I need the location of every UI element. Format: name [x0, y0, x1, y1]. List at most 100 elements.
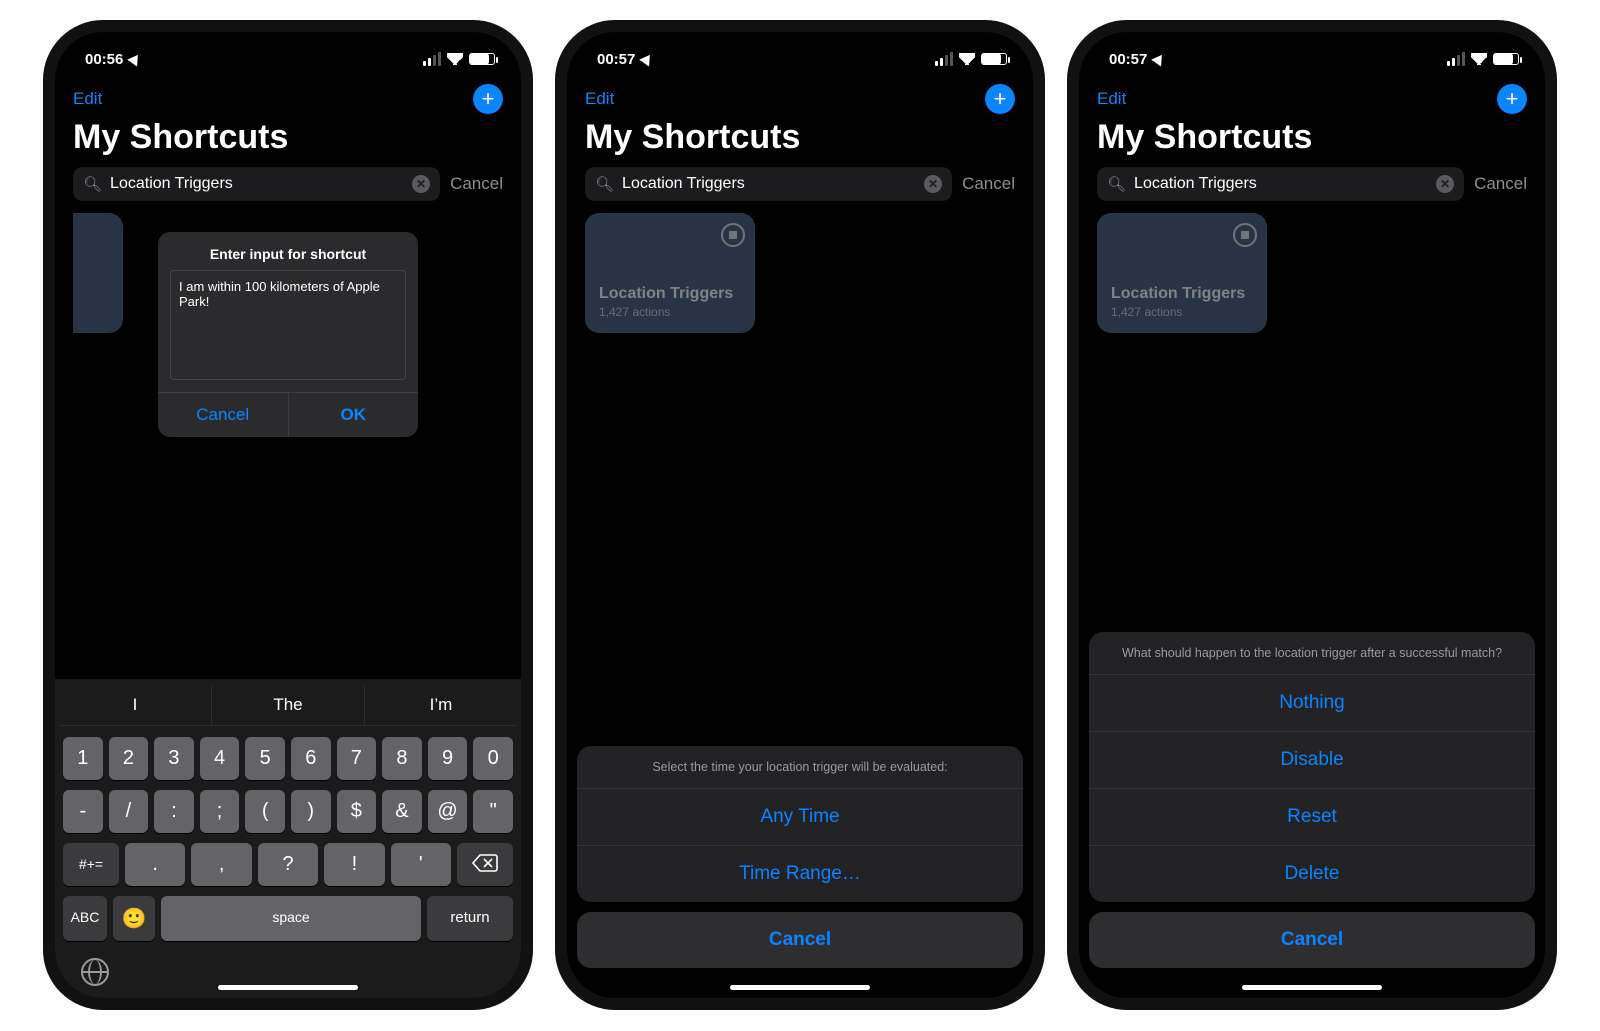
- sheet-message: What should happen to the location trigg…: [1089, 632, 1535, 675]
- alert-textarea[interactable]: I am within 100 kilometers of Apple Park…: [170, 270, 406, 380]
- key-4[interactable]: 4: [200, 737, 240, 780]
- key-comma[interactable]: ,: [191, 843, 251, 886]
- key-apos[interactable]: ': [391, 843, 451, 886]
- search-bar: 🔍︎ Location Triggers ✕ Cancel: [1079, 167, 1545, 213]
- suggestion-1[interactable]: I: [59, 685, 211, 725]
- home-indicator[interactable]: [1242, 985, 1382, 990]
- key-semi[interactable]: ;: [200, 790, 240, 833]
- suggestion-3[interactable]: I’m: [364, 685, 517, 725]
- page-title: My Shortcuts: [73, 118, 503, 157]
- home-indicator[interactable]: [730, 985, 870, 990]
- sheet-option-time-range[interactable]: Time Range…: [577, 846, 1023, 902]
- stop-icon: [1241, 231, 1249, 239]
- key-qmark[interactable]: ?: [258, 843, 318, 886]
- clear-search-icon[interactable]: ✕: [412, 175, 430, 193]
- edit-button[interactable]: Edit: [1097, 89, 1126, 109]
- key-backspace[interactable]: [457, 843, 513, 886]
- key-space[interactable]: space: [161, 896, 421, 941]
- search-cancel[interactable]: Cancel: [450, 174, 503, 194]
- home-indicator[interactable]: [218, 985, 358, 990]
- signal-icon: [935, 52, 953, 66]
- shortcut-card[interactable]: Location Triggers 1,427 actions: [1097, 213, 1267, 333]
- location-arrow-icon: [128, 51, 144, 66]
- sheet-option-disable[interactable]: Disable: [1089, 732, 1535, 789]
- key-period[interactable]: .: [125, 843, 185, 886]
- nav-bar: Edit +: [567, 76, 1033, 114]
- battery-icon: [1493, 53, 1519, 65]
- add-button[interactable]: +: [1497, 84, 1527, 114]
- plus-icon: +: [482, 88, 495, 110]
- sheet-cancel-button[interactable]: Cancel: [577, 912, 1023, 968]
- key-0[interactable]: 0: [473, 737, 513, 780]
- edit-button[interactable]: Edit: [585, 89, 614, 109]
- plus-icon: +: [1506, 88, 1519, 110]
- search-icon: 🔍︎: [595, 175, 614, 193]
- key-rparen[interactable]: ): [291, 790, 331, 833]
- globe-icon[interactable]: [81, 958, 109, 986]
- sheet-option-delete[interactable]: Delete: [1089, 846, 1535, 902]
- nav-bar: Edit +: [55, 76, 521, 114]
- key-abc[interactable]: ABC: [63, 896, 107, 941]
- sheet-option-nothing[interactable]: Nothing: [1089, 675, 1535, 732]
- shortcut-actions-count: 1,427 actions: [1111, 305, 1253, 319]
- key-9[interactable]: 9: [428, 737, 468, 780]
- search-bar: 🔍︎ Location Triggers ✕ Cancel: [55, 167, 521, 213]
- shortcut-name: Locati: [73, 285, 109, 303]
- input-alert: Enter input for shortcut I am within 100…: [158, 232, 418, 437]
- search-bar: 🔍︎ Location Triggers ✕ Cancel: [567, 167, 1033, 213]
- clear-search-icon[interactable]: ✕: [924, 175, 942, 193]
- shortcut-actions-count: 1,427 a: [73, 305, 109, 319]
- suggestion-2[interactable]: The: [211, 685, 364, 725]
- key-return[interactable]: return: [427, 896, 513, 941]
- battery-icon: [469, 53, 495, 65]
- alert-cancel-button[interactable]: Cancel: [158, 393, 288, 437]
- key-3[interactable]: 3: [154, 737, 194, 780]
- search-query: Location Triggers: [622, 175, 916, 193]
- sheet-cancel-button[interactable]: Cancel: [1089, 912, 1535, 968]
- shortcut-card[interactable]: Locati 1,427 a: [73, 213, 123, 333]
- status-time: 00:57: [597, 51, 635, 68]
- phone-1: 00:56 Edit + My Shortcuts 🔍︎ Location Tr…: [43, 20, 533, 1010]
- shortcut-card[interactable]: Location Triggers 1,427 actions: [585, 213, 755, 333]
- key-slash[interactable]: /: [109, 790, 149, 833]
- sheet-option-reset[interactable]: Reset: [1089, 789, 1535, 846]
- stop-button[interactable]: [1233, 223, 1257, 247]
- search-input[interactable]: 🔍︎ Location Triggers ✕: [585, 167, 952, 201]
- key-bang[interactable]: !: [324, 843, 384, 886]
- sheet-option-any-time[interactable]: Any Time: [577, 789, 1023, 846]
- alert-ok-button[interactable]: OK: [288, 393, 419, 437]
- keyboard: I The I’m 1 2 3 4 5 6 7 8 9 0 - / : ;: [55, 679, 521, 998]
- add-button[interactable]: +: [473, 84, 503, 114]
- key-lparen[interactable]: (: [245, 790, 285, 833]
- sheet-message: Select the time your location trigger wi…: [577, 746, 1023, 789]
- search-input[interactable]: 🔍︎ Location Triggers ✕: [73, 167, 440, 201]
- key-at[interactable]: @: [428, 790, 468, 833]
- key-quote[interactable]: ": [473, 790, 513, 833]
- key-6[interactable]: 6: [291, 737, 331, 780]
- backspace-icon: [472, 853, 498, 873]
- shortcut-actions-count: 1,427 actions: [599, 305, 741, 319]
- key-5[interactable]: 5: [245, 737, 285, 780]
- add-button[interactable]: +: [985, 84, 1015, 114]
- search-icon: 🔍︎: [1107, 175, 1126, 193]
- key-7[interactable]: 7: [337, 737, 377, 780]
- key-amp[interactable]: &: [382, 790, 422, 833]
- suggestion-bar: I The I’m: [59, 685, 517, 726]
- key-dollar[interactable]: $: [337, 790, 377, 833]
- key-2[interactable]: 2: [109, 737, 149, 780]
- search-cancel[interactable]: Cancel: [1474, 174, 1527, 194]
- search-input[interactable]: 🔍︎ Location Triggers ✕: [1097, 167, 1464, 201]
- key-8[interactable]: 8: [382, 737, 422, 780]
- key-dash[interactable]: -: [63, 790, 103, 833]
- edit-button[interactable]: Edit: [73, 89, 102, 109]
- stop-button[interactable]: [721, 223, 745, 247]
- wifi-icon: [447, 53, 463, 65]
- search-icon: 🔍︎: [83, 175, 102, 193]
- clear-search-icon[interactable]: ✕: [1436, 175, 1454, 193]
- search-cancel[interactable]: Cancel: [962, 174, 1015, 194]
- key-colon[interactable]: :: [154, 790, 194, 833]
- key-emoji[interactable]: 🙂: [113, 896, 155, 941]
- signal-icon: [1447, 52, 1465, 66]
- key-symbols[interactable]: #+=: [63, 843, 119, 886]
- key-1[interactable]: 1: [63, 737, 103, 780]
